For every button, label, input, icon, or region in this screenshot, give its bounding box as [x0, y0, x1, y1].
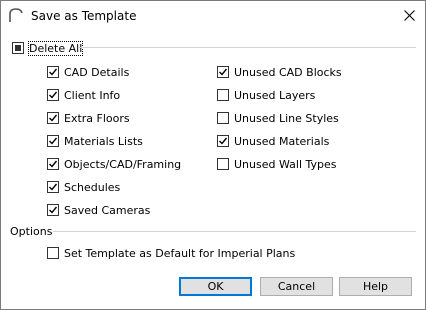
close-button[interactable]	[395, 1, 425, 31]
app-arch-icon	[8, 7, 24, 23]
checkbox-label: Schedules	[64, 181, 121, 194]
checkbox-box[interactable]	[217, 66, 229, 78]
save-as-template-dialog: Save as Template Delete All CAD Details …	[0, 0, 426, 310]
checkbox-box[interactable]	[217, 158, 229, 170]
checkbox-label: Unused Line Styles	[234, 112, 339, 125]
help-button[interactable]: Help	[339, 277, 412, 296]
checkbox-box[interactable]	[47, 135, 59, 147]
window-title: Save as Template	[31, 9, 137, 23]
checkbox-box[interactable]	[217, 135, 229, 147]
checkbox-box[interactable]	[47, 181, 59, 193]
checkbox-label: Unused Wall Types	[234, 158, 337, 171]
checkmark-icon	[49, 183, 58, 191]
checkbox-label: Unused Materials	[234, 135, 330, 148]
checkbox-box[interactable]	[47, 204, 59, 216]
delete-all-label: Delete All	[27, 41, 84, 56]
options-separator	[53, 231, 416, 232]
delete-all-separator	[79, 47, 416, 48]
checkbox-label: CAD Details	[64, 66, 130, 79]
cancel-button[interactable]: Cancel	[260, 277, 333, 296]
checkbox-box[interactable]	[47, 158, 59, 170]
checkmark-icon	[49, 91, 58, 99]
options-heading: Options	[10, 225, 53, 238]
checkbox-box[interactable]	[47, 247, 59, 259]
checkbox-box[interactable]	[217, 89, 229, 101]
checkmark-icon	[49, 206, 58, 214]
checkbox-box[interactable]	[47, 89, 59, 101]
close-icon	[404, 10, 415, 21]
checkmark-icon	[49, 114, 58, 122]
checkbox-label: Set Template as Default for Imperial Pla…	[64, 247, 296, 260]
checkmark-icon	[49, 160, 58, 168]
checkmark-icon	[49, 137, 58, 145]
checkmark-icon	[219, 137, 228, 145]
checkbox-box[interactable]	[47, 112, 59, 124]
delete-all-box[interactable]	[12, 42, 24, 54]
ok-button[interactable]: OK	[179, 277, 252, 296]
checkbox-label: Materials Lists	[64, 135, 143, 148]
checkbox-label: Client Info	[64, 89, 121, 102]
checkmark-icon	[219, 68, 228, 76]
checkbox-box[interactable]	[217, 112, 229, 124]
checkbox-label: Unused Layers	[234, 89, 316, 102]
checkbox-label: Saved Cameras	[64, 204, 151, 217]
checkbox-label: Objects/CAD/Framing	[64, 158, 182, 171]
checkbox-label: Unused CAD Blocks	[234, 66, 342, 79]
checkmark-icon	[49, 68, 58, 76]
title-bar[interactable]: Save as Template	[1, 1, 425, 31]
checkbox-box[interactable]	[47, 66, 59, 78]
checkbox-label: Extra Floors	[64, 112, 130, 125]
